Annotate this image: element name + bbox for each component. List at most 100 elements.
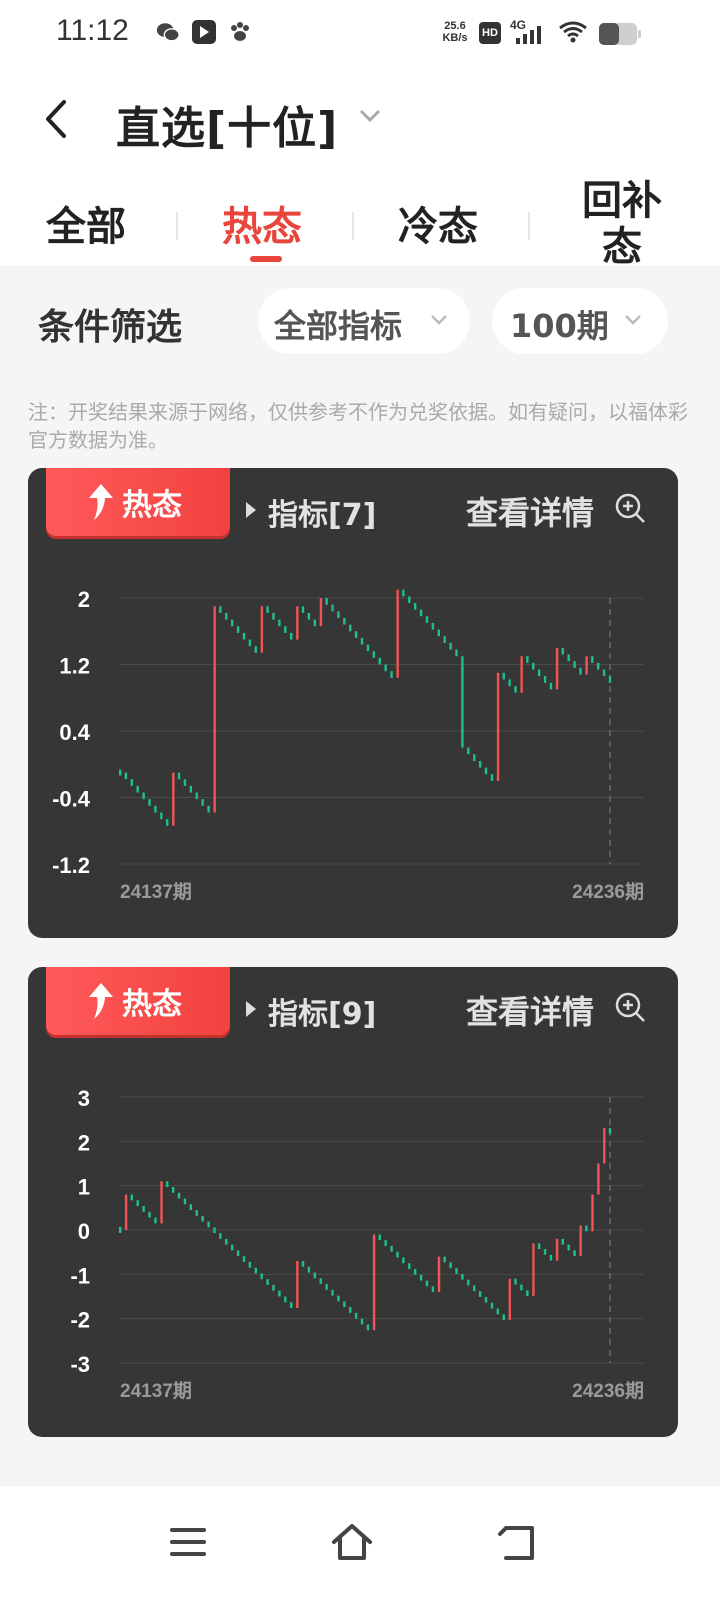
data-bar-up xyxy=(260,606,264,653)
data-bar-down xyxy=(461,656,464,748)
back-nav-icon[interactable] xyxy=(494,1518,542,1566)
indicator-card: 热态 指标[7] 查看详情 2 1.2 0.4 -0.4 -1.2 24137期 24236… xyxy=(28,468,678,938)
data-bar-down xyxy=(543,1249,547,1255)
back-button[interactable] xyxy=(36,94,80,144)
data-bar-up xyxy=(532,1243,535,1297)
data-bar-down xyxy=(573,661,576,668)
tab-active-indicator xyxy=(250,256,282,262)
tab-recover[interactable]: 回补态 xyxy=(574,178,670,266)
data-bar-down xyxy=(142,792,145,800)
data-bar-down xyxy=(449,642,452,650)
data-bar-up xyxy=(496,672,500,781)
data-bar-down xyxy=(266,1279,269,1285)
indicator-select-value: 全部指标 xyxy=(274,307,403,345)
data-bar-down xyxy=(567,654,570,662)
data-bar-down xyxy=(573,1250,576,1257)
menu-icon[interactable] xyxy=(164,1518,212,1566)
data-bar-down xyxy=(337,1295,340,1302)
data-bar-down xyxy=(549,682,553,690)
y-tick-label: -0.4 xyxy=(52,787,91,812)
data-bar-down xyxy=(290,1302,293,1309)
view-details-link[interactable]: 查看详情 xyxy=(466,987,594,1033)
data-bar-up xyxy=(319,598,323,627)
data-bar-down xyxy=(278,1290,281,1297)
data-bar-down xyxy=(219,1233,222,1239)
data-bar-up xyxy=(160,1181,163,1224)
chevron-down-icon[interactable] xyxy=(358,108,382,124)
net-speed: 25.6 KB/s xyxy=(442,20,468,44)
data-bar-down xyxy=(177,772,181,780)
data-bar-down xyxy=(508,679,511,687)
indicator-card: 热态 指标[9] 查看详情 3 2 1 0 -1 -2 -3 24137期 24236期 xyxy=(28,967,678,1437)
data-bar-down xyxy=(254,1267,257,1274)
data-bar-up xyxy=(396,589,399,678)
tab-divider xyxy=(176,212,178,240)
data-bar-up xyxy=(372,1234,376,1331)
data-bar-down xyxy=(360,637,364,645)
data-bar-up xyxy=(213,606,216,813)
view-details-link[interactable]: 查看详情 xyxy=(466,488,594,534)
badge-label: 热态 xyxy=(122,488,182,523)
data-bar-up xyxy=(555,647,559,690)
data-bar-down xyxy=(419,1274,423,1281)
data-bar-down xyxy=(236,626,240,633)
data-bar-down xyxy=(242,1256,246,1262)
data-bar-down xyxy=(349,1307,352,1313)
data-bar-down xyxy=(366,1324,370,1331)
data-bar-up xyxy=(585,656,588,675)
data-bar-down xyxy=(272,612,275,620)
data-bar-down xyxy=(325,598,328,605)
data-bar-down xyxy=(343,1301,346,1308)
data-bar-down xyxy=(248,1261,252,1268)
hot-badge: 热态 xyxy=(46,967,230,1035)
data-bar-down xyxy=(390,1245,393,1252)
data-bar-down xyxy=(313,619,317,627)
page-title[interactable]: 直选[十位] xyxy=(116,92,338,156)
x-start-label: 24137期 xyxy=(120,881,192,903)
data-bar-down xyxy=(284,626,287,633)
data-bar-down xyxy=(473,754,476,761)
data-bar-down xyxy=(242,632,246,640)
indicator-chart: 3 2 1 0 -1 -2 -3 24137期 24236期 xyxy=(70,1086,644,1402)
data-bar-down xyxy=(337,611,340,618)
data-bar-down xyxy=(266,606,269,613)
data-bar-down xyxy=(502,672,505,680)
data-bar-up xyxy=(172,772,175,826)
data-bar-down xyxy=(402,1257,405,1264)
data-bar-down xyxy=(230,1244,234,1251)
data-bar-down xyxy=(183,779,187,786)
data-bar-down xyxy=(148,799,151,806)
zoom-in-icon[interactable] xyxy=(614,492,648,526)
data-bar-down xyxy=(201,1215,204,1222)
data-bar-up xyxy=(296,606,299,640)
data-bar-down xyxy=(526,656,529,663)
data-bar-up xyxy=(124,1194,128,1230)
data-bar-down xyxy=(183,1198,187,1205)
data-bar-down xyxy=(366,644,370,652)
triangle-right-icon xyxy=(246,502,256,518)
chevron-down-icon xyxy=(625,315,641,325)
indicator-label: 指标[9] xyxy=(268,997,377,1032)
data-bar-down xyxy=(484,1296,488,1303)
data-bar-down xyxy=(177,1192,181,1199)
data-bar-down xyxy=(473,1285,476,1292)
data-bar-down xyxy=(372,651,376,658)
zoom-in-icon[interactable] xyxy=(614,991,648,1025)
data-bar-up xyxy=(508,1278,512,1320)
data-bar-down xyxy=(307,1266,311,1273)
tab-hot[interactable]: 热态 xyxy=(222,194,302,252)
indicator-select[interactable]: 全部指标 xyxy=(258,288,470,354)
data-bar-down xyxy=(496,1308,500,1315)
data-bar-down xyxy=(213,1227,216,1234)
signal-icon: 4G xyxy=(510,18,541,44)
data-bar-down xyxy=(455,1268,458,1274)
data-point xyxy=(119,1227,122,1233)
period-select[interactable]: 100期 xyxy=(492,288,668,354)
data-bar-down xyxy=(532,662,535,670)
data-bar-down xyxy=(331,604,334,612)
data-bar-down xyxy=(602,669,606,677)
data-bar-up xyxy=(437,1256,441,1293)
tab-all[interactable]: 全部 xyxy=(46,194,126,252)
home-icon[interactable] xyxy=(328,1518,376,1566)
tab-cold[interactable]: 冷态 xyxy=(398,194,478,252)
